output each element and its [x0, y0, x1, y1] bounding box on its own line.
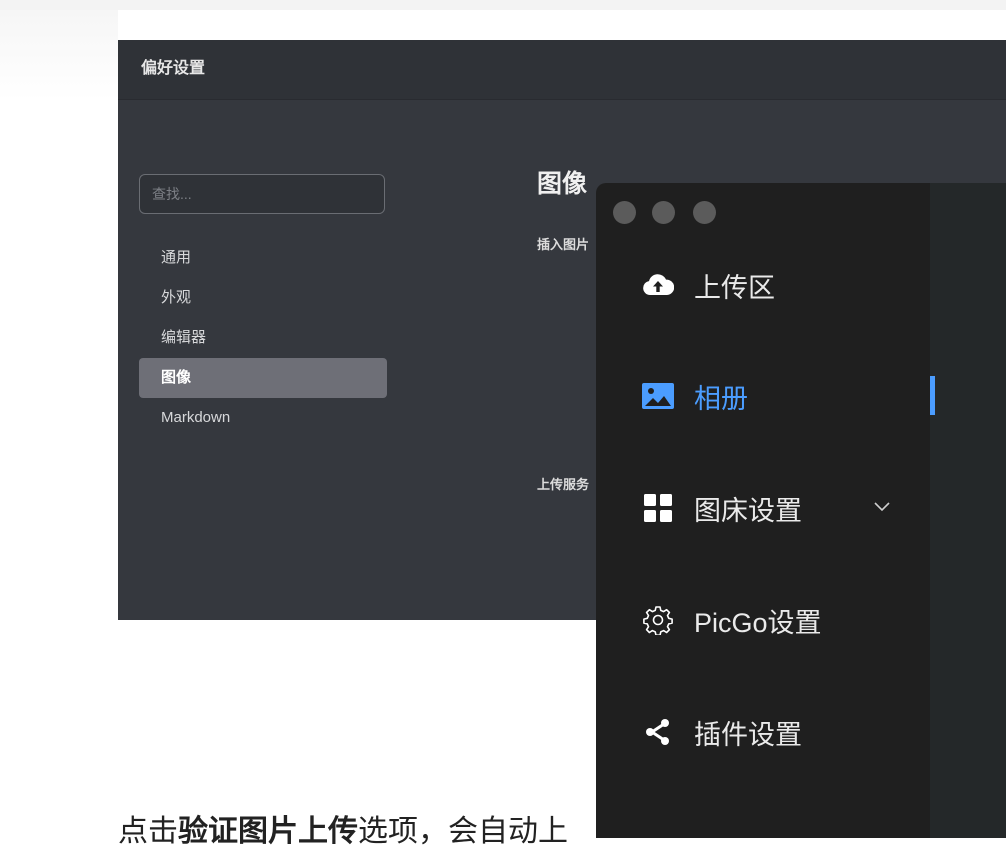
upload-service-label: 上传服务 — [537, 477, 590, 492]
page-top-strip — [0, 0, 1006, 10]
picgo-nav-upload[interactable]: 上传区 — [596, 255, 930, 315]
picgo-nav-album[interactable]: 相册 — [596, 366, 930, 426]
picgo-main-panel — [930, 183, 1006, 838]
page-top-fade — [0, 10, 118, 100]
window-minimize-button[interactable] — [652, 201, 675, 224]
article-text-prefix: 点击 — [118, 815, 178, 848]
preferences-title: 偏好设置 — [141, 60, 206, 77]
grid-icon — [642, 492, 674, 524]
article-text-suffix: 选项，会自动上 — [358, 815, 568, 848]
article-paragraph: 点击验证图片上传选项，会自动上 — [118, 806, 568, 850]
cloud-upload-icon — [642, 269, 674, 301]
preferences-titlebar: 偏好设置 — [118, 40, 1006, 100]
image-icon — [642, 380, 674, 412]
preferences-section-heading: 图像 — [537, 170, 588, 198]
preferences-nav: 通用 外观 编辑器 图像 Markdown — [139, 238, 387, 438]
preferences-nav-markdown[interactable]: Markdown — [139, 398, 387, 438]
picgo-nav-settings-label: PicGo设置 — [694, 607, 822, 638]
share-icon — [642, 716, 674, 748]
picgo-nav-settings[interactable]: PicGo设置 — [596, 590, 930, 650]
preferences-nav-appearance[interactable]: 外观 — [139, 278, 387, 318]
window-close-button[interactable] — [613, 201, 636, 224]
window-maximize-button[interactable] — [693, 201, 716, 224]
picgo-nav-plugins[interactable]: 插件设置 — [596, 702, 930, 762]
article-text-bold: 验证图片上传 — [178, 815, 358, 848]
chevron-down-icon[interactable] — [874, 499, 890, 517]
preferences-nav-general[interactable]: 通用 — [139, 238, 387, 278]
picgo-nav-upload-label: 上传区 — [694, 272, 775, 303]
preferences-nav-editor[interactable]: 编辑器 — [139, 318, 387, 358]
picgo-nav-album-label: 相册 — [694, 383, 748, 414]
preferences-nav-image[interactable]: 图像 — [139, 358, 387, 398]
picgo-nav-image-host-label: 图床设置 — [694, 495, 802, 526]
picgo-window: 上传区 相册 图床设置 PicGo设置 插件设置 — [596, 183, 1006, 838]
active-indicator — [930, 376, 935, 415]
picgo-nav-plugins-label: 插件设置 — [694, 719, 802, 750]
insert-image-label: 插入图片 — [537, 237, 590, 252]
preferences-search-input[interactable] — [139, 174, 385, 214]
gear-icon — [642, 604, 674, 636]
picgo-nav-image-host[interactable]: 图床设置 — [596, 478, 930, 538]
